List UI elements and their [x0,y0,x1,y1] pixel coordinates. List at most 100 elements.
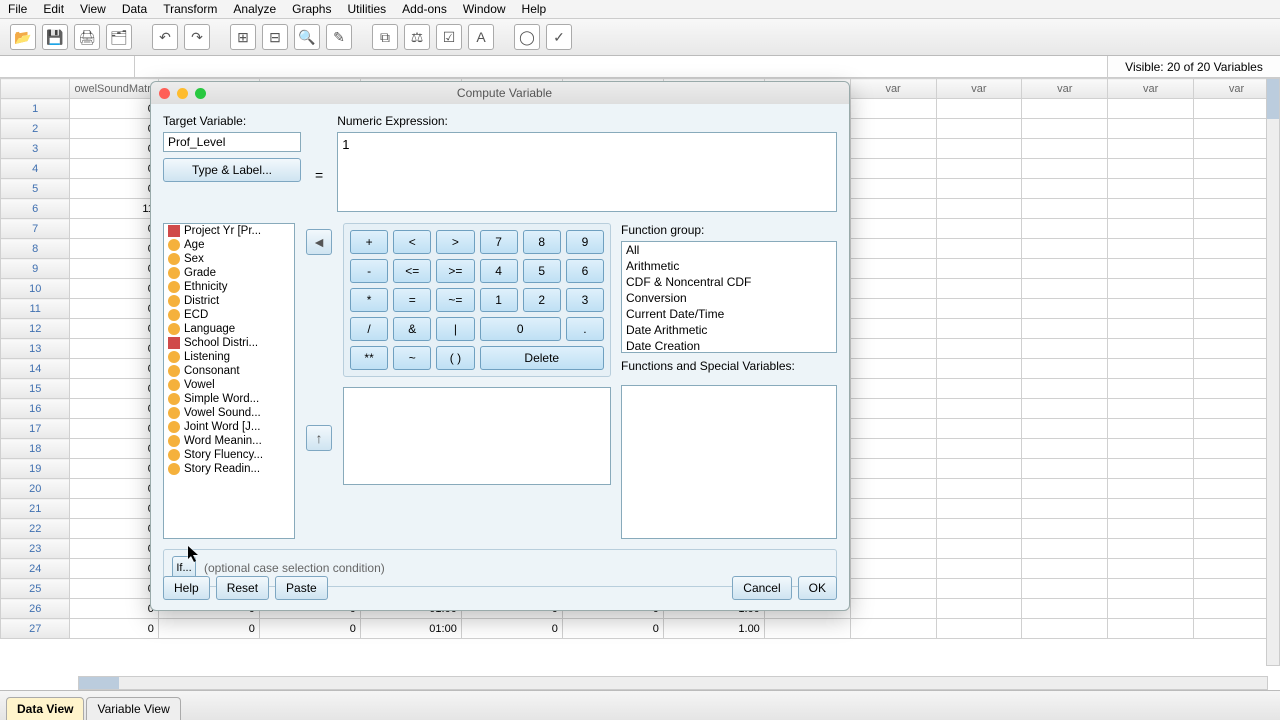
redo-icon[interactable]: ↷ [184,24,210,50]
keypad-[interactable]: >= [436,259,474,283]
menu-file[interactable]: File [8,2,27,16]
list-item[interactable]: Project Yr [Pr... [164,224,294,238]
undo-icon[interactable]: ↶ [152,24,178,50]
list-item[interactable]: Story Fluency... [164,448,294,462]
menu-window[interactable]: Window [463,2,506,16]
sets-icon[interactable]: ◯ [514,24,540,50]
keypad-7[interactable]: 7 [480,230,518,254]
target-variable-input[interactable] [163,132,301,152]
list-item[interactable]: Consonant [164,364,294,378]
keypad-9[interactable]: 9 [566,230,604,254]
list-item[interactable]: Simple Word... [164,392,294,406]
keypad-[interactable]: < [393,230,431,254]
open-icon[interactable]: 📂 [10,24,36,50]
tab-variable-view[interactable]: Variable View [86,697,180,720]
keypad-[interactable]: + [350,230,388,254]
keypad-[interactable]: & [393,317,431,341]
weight-icon[interactable]: ⚖ [404,24,430,50]
keypad-5[interactable]: 5 [523,259,561,283]
menu-view[interactable]: View [80,2,106,16]
menu-edit[interactable]: Edit [43,2,64,16]
find-icon[interactable]: 🔍 [294,24,320,50]
keypad-[interactable]: ~ [393,346,431,370]
keypad-[interactable]: * [350,288,388,312]
keypad-8[interactable]: 8 [523,230,561,254]
menu-add-ons[interactable]: Add-ons [402,2,447,16]
list-item[interactable]: Grade [164,266,294,280]
formula-bar[interactable] [135,56,1108,77]
ok-button[interactable]: OK [798,576,837,600]
list-item[interactable]: School Distri... [164,336,294,350]
insert-case-icon[interactable]: ✎ [326,24,352,50]
list-item[interactable]: Date Creation [622,338,836,353]
list-item[interactable]: Listening [164,350,294,364]
select-icon[interactable]: ☑ [436,24,462,50]
keypad-[interactable]: ( ) [436,346,474,370]
vertical-scrollbar[interactable] [1266,78,1280,666]
recent-icon[interactable]: 🗂 [106,24,132,50]
save-icon[interactable]: 💾 [42,24,68,50]
menu-graphs[interactable]: Graphs [292,2,331,16]
list-item[interactable]: ECD [164,308,294,322]
list-item[interactable]: CDF & Noncentral CDF [622,274,836,290]
close-icon[interactable] [159,88,170,99]
keypad-[interactable]: / [350,317,388,341]
split-icon[interactable]: ⧉ [372,24,398,50]
list-item[interactable]: Ethnicity [164,280,294,294]
list-item[interactable]: Story Readin... [164,462,294,476]
list-item[interactable]: Date Arithmetic [622,322,836,338]
keypad-6[interactable]: 6 [566,259,604,283]
list-item[interactable]: Language [164,322,294,336]
keypad-Delete[interactable]: Delete [480,346,605,370]
minimize-icon[interactable] [177,88,188,99]
name-box[interactable] [0,56,135,77]
list-item[interactable]: Current Date/Time [622,306,836,322]
move-to-expression-button[interactable]: ◄ [306,229,332,255]
horizontal-scrollbar[interactable] [78,676,1268,690]
list-item[interactable]: Arithmetic [622,258,836,274]
value-labels-icon[interactable]: A [468,24,494,50]
menu-transform[interactable]: Transform [163,2,217,16]
keypad-[interactable]: > [436,230,474,254]
keypad-[interactable]: = [393,288,431,312]
menu-utilities[interactable]: Utilities [347,2,386,16]
move-function-up-button[interactable]: ↑ [306,425,332,451]
cancel-button[interactable]: Cancel [732,576,791,600]
type-and-label-button[interactable]: Type & Label... [163,158,301,182]
keypad-2[interactable]: 2 [523,288,561,312]
list-item[interactable]: Sex [164,252,294,266]
list-item[interactable]: Conversion [622,290,836,306]
list-item[interactable]: Word Meanin... [164,434,294,448]
list-item[interactable]: Vowel [164,378,294,392]
list-item[interactable]: Age [164,238,294,252]
keypad-[interactable]: <= [393,259,431,283]
keypad-4[interactable]: 4 [480,259,518,283]
keypad-0[interactable]: 0 [480,317,561,341]
keypad-[interactable]: | [436,317,474,341]
list-item[interactable]: All [622,242,836,258]
paste-button[interactable]: Paste [275,576,328,600]
menu-help[interactable]: Help [522,2,547,16]
keypad-[interactable]: ** [350,346,388,370]
list-item[interactable]: Vowel Sound... [164,406,294,420]
list-item[interactable]: Joint Word [J... [164,420,294,434]
functions-special-list[interactable] [621,385,837,539]
reset-button[interactable]: Reset [216,576,269,600]
menu-analyze[interactable]: Analyze [233,2,276,16]
function-group-list[interactable]: AllArithmeticCDF & Noncentral CDFConvers… [621,241,837,353]
numeric-expression-input[interactable]: 1 [337,132,837,212]
spell-icon[interactable]: ✓ [546,24,572,50]
menu-data[interactable]: Data [122,2,147,16]
keypad-[interactable]: ~= [436,288,474,312]
keypad-[interactable]: . [566,317,604,341]
keypad-[interactable]: - [350,259,388,283]
list-item[interactable]: District [164,294,294,308]
zoom-icon[interactable] [195,88,206,99]
tab-data-view[interactable]: Data View [6,697,84,720]
dialog-titlebar[interactable]: Compute Variable [151,82,849,104]
print-icon[interactable]: 🖨 [74,24,100,50]
vars-icon[interactable]: ⊟ [262,24,288,50]
variable-list[interactable]: Project Yr [Pr...AgeSexGradeEthnicityDis… [163,223,295,539]
goto-icon[interactable]: ⊞ [230,24,256,50]
keypad-1[interactable]: 1 [480,288,518,312]
